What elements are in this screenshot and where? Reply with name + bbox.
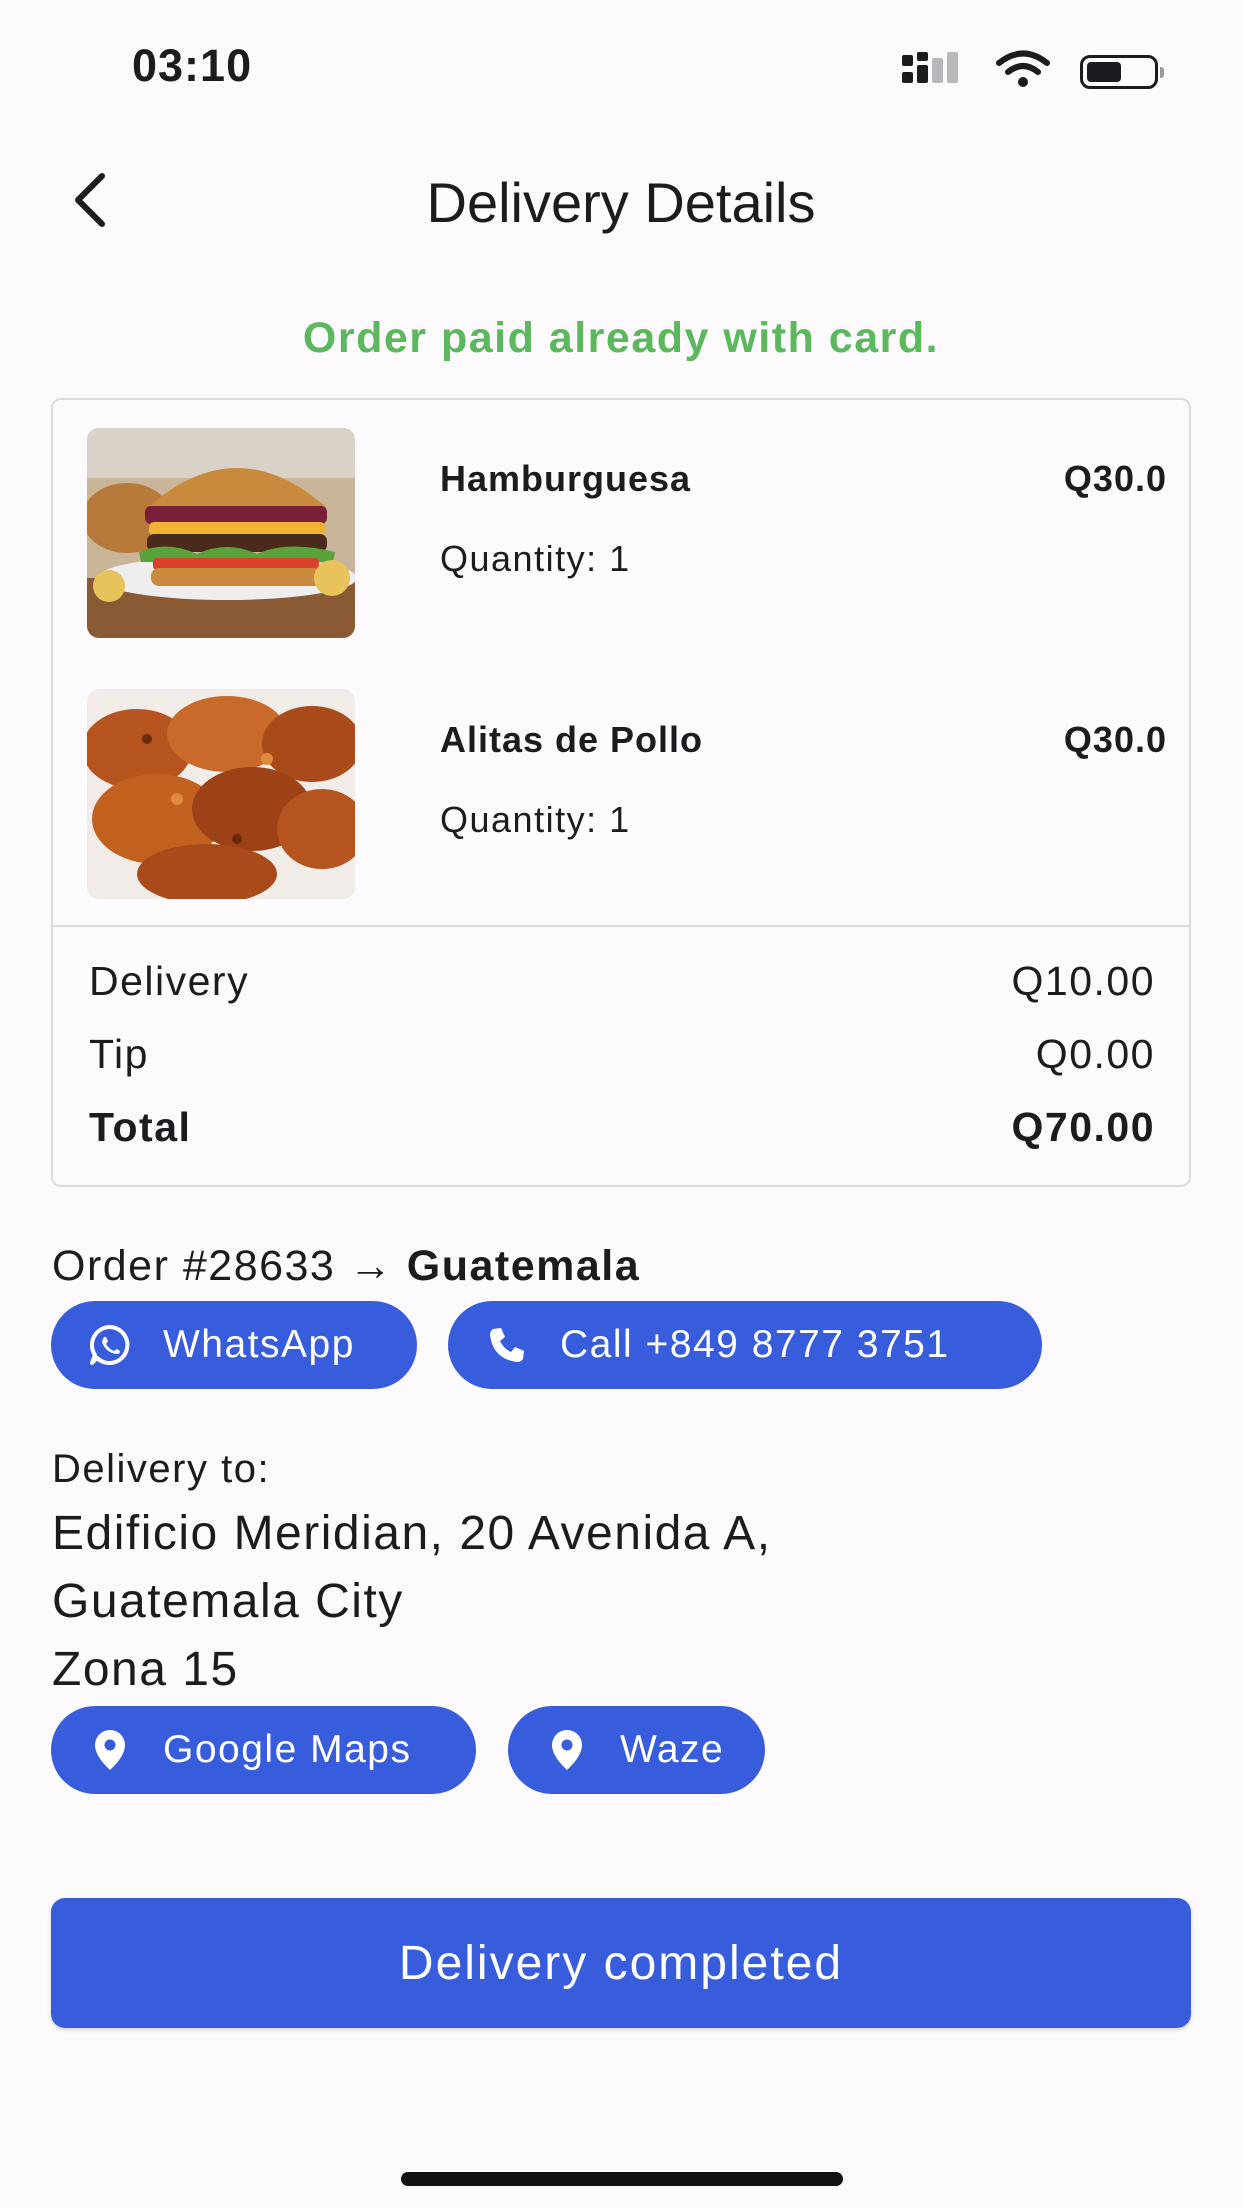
item-name: Alitas de Pollo	[440, 719, 704, 760]
item-price: Q30.0	[1063, 458, 1167, 499]
status-bar: 03:10	[0, 0, 1242, 130]
delivery-fee-row: Delivery Q10.00	[89, 958, 1155, 1014]
whatsapp-icon	[87, 1322, 133, 1368]
item-name: Hamburguesa	[440, 458, 692, 499]
cellular-signal-icon	[902, 52, 966, 91]
delivery-fee-label: Delivery	[89, 958, 250, 1004]
wifi-icon	[996, 50, 1050, 93]
order-number: Order #28633 →	[52, 1242, 394, 1290]
total-value: Q70.00	[1011, 1104, 1155, 1150]
waze-label: Waze	[620, 1728, 725, 1771]
total-row: Total Q70.00	[89, 1104, 1155, 1160]
waze-button[interactable]: Waze	[508, 1706, 765, 1794]
delivery-fee-value: Q10.00	[1011, 958, 1155, 1004]
location-pin-icon	[87, 1727, 133, 1773]
call-label: Call +849 8777 3751	[560, 1323, 950, 1366]
status-time: 03:10	[132, 40, 253, 91]
order-number-line: Order #28633 → Guatemala	[52, 1242, 640, 1291]
phone-icon	[484, 1322, 530, 1368]
order-item: Alitas de Pollo Q30.0 Quantity: 1	[87, 689, 1167, 899]
order-summary-card: Hamburguesa Q30.0 Quantity: 1 Alitas de …	[51, 398, 1191, 1187]
payment-status-note: Order paid already with card.	[302, 314, 940, 362]
chicken-wings-photo	[87, 689, 355, 899]
battery-icon	[1080, 54, 1164, 89]
total-label: Total	[89, 1104, 192, 1150]
order-item: Hamburguesa Q30.0 Quantity: 1	[87, 428, 1167, 638]
whatsapp-label: WhatsApp	[163, 1323, 355, 1366]
location-pin-icon	[544, 1727, 590, 1773]
delivery-to-label: Delivery to:	[52, 1447, 271, 1491]
tip-row: Tip Q0.00	[89, 1031, 1155, 1087]
whatsapp-button[interactable]: WhatsApp	[51, 1301, 417, 1389]
address-line: Zona 15	[52, 1643, 239, 1696]
delivery-completed-button[interactable]: Delivery completed	[51, 1898, 1191, 2028]
status-icons	[902, 50, 1164, 93]
home-indicator	[401, 2172, 843, 2186]
item-quantity: Quantity: 1	[440, 799, 631, 840]
address-line: Guatemala City	[52, 1575, 404, 1628]
hamburger-photo	[87, 428, 355, 638]
google-maps-button[interactable]: Google Maps	[51, 1706, 476, 1794]
call-button[interactable]: Call +849 8777 3751	[448, 1301, 1042, 1389]
item-quantity: Quantity: 1	[440, 538, 631, 579]
item-price: Q30.0	[1063, 719, 1167, 760]
card-divider	[53, 925, 1189, 927]
tip-label: Tip	[89, 1031, 149, 1077]
address-line: Edificio Meridian, 20 Avenida A,	[52, 1507, 772, 1560]
order-destination: Guatemala	[406, 1242, 641, 1290]
app-bar: Delivery Details	[0, 150, 1242, 250]
tip-value: Q0.00	[1035, 1031, 1155, 1077]
delivery-address: Edificio Meridian, 20 Avenida A, Guatema…	[52, 1500, 772, 1704]
page-title: Delivery Details	[426, 171, 816, 234]
google-maps-label: Google Maps	[163, 1728, 412, 1771]
